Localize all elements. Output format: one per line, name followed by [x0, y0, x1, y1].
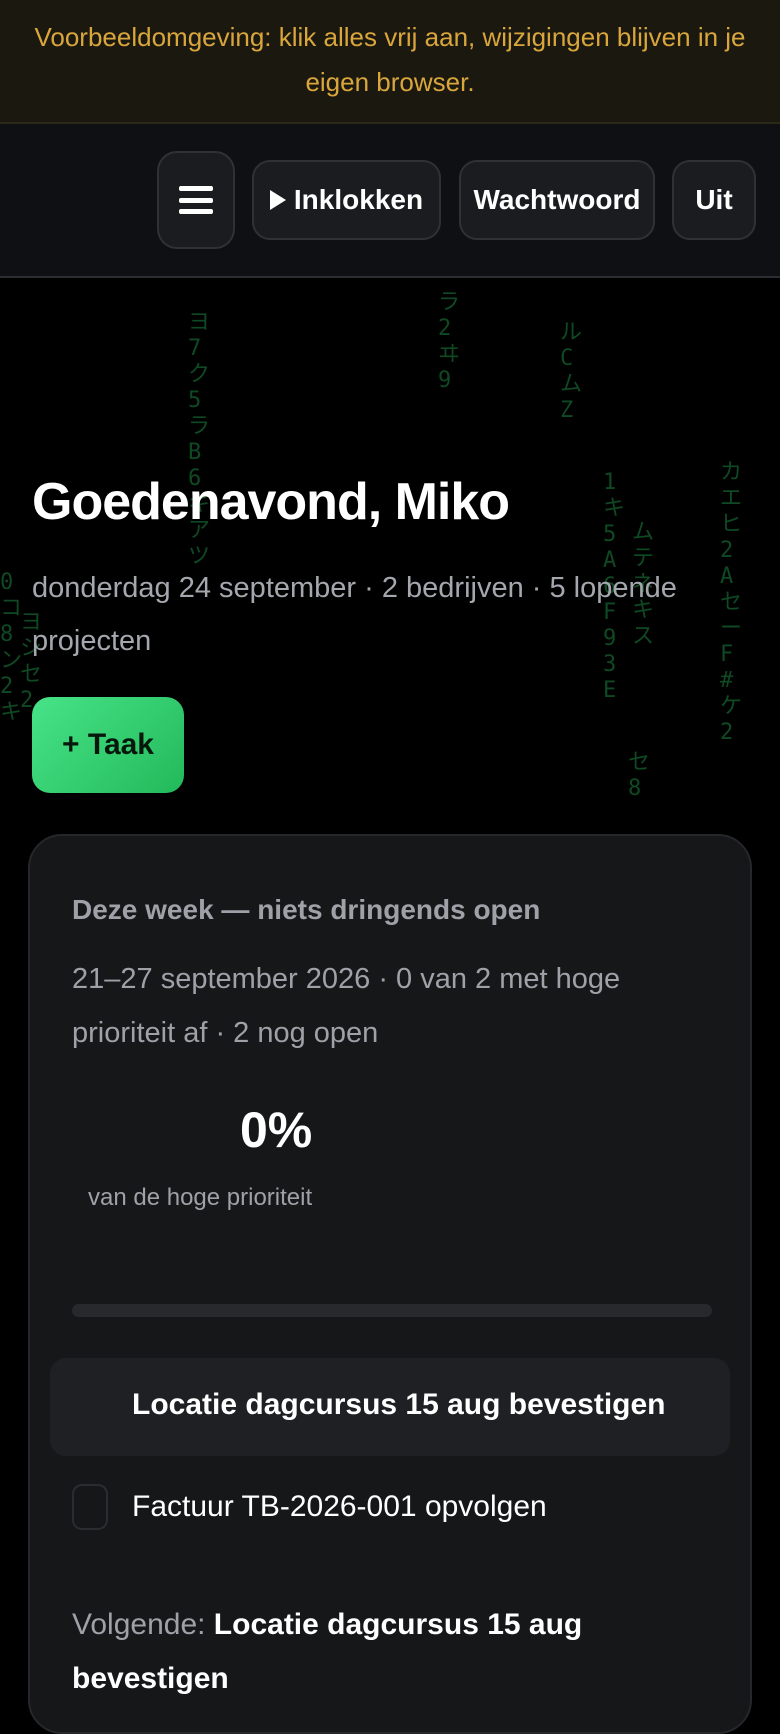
priority-percent: 0%	[240, 1102, 313, 1158]
week-meta: 21–27 september 2026 · 0 van 2 met hoge …	[72, 963, 621, 1049]
password-label: Wachtwoord	[473, 184, 641, 215]
task-checkbox[interactable]	[72, 1484, 108, 1530]
priority-percent-label: van de hoge prioriteit	[88, 1184, 313, 1211]
week-title: Deze week — niets dringends open	[72, 894, 541, 925]
top-toolbar: Inklokken Wachtwoord Uit	[0, 124, 780, 278]
task-label: Locatie dagcursus 15 aug bevestigen	[132, 1388, 666, 1421]
logout-button[interactable]: Uit	[672, 160, 756, 240]
clock-in-label: Inklokken	[293, 184, 424, 215]
priority-progress-bar	[72, 1304, 712, 1317]
week-summary-card: Deze week — niets dringends open 21–27 s…	[28, 834, 752, 1734]
task-label: Factuur TB-2026-001 opvolgen	[132, 1490, 547, 1523]
next-task-prefix: Volgende:	[72, 1608, 214, 1641]
greeting-subtitle: donderdag 24 september · 2 bedrijven · 5…	[32, 572, 677, 657]
menu-button[interactable]	[157, 151, 235, 249]
clock-in-button[interactable]: Inklokken	[252, 160, 441, 240]
add-task-button[interactable]: + Taak	[32, 697, 184, 793]
greeting-heading: Goedenavond, Miko	[32, 473, 510, 531]
next-task: Volgende: Locatie dagcursus 15 aug beves…	[72, 1598, 712, 1706]
logout-label: Uit	[695, 184, 733, 215]
task-item[interactable]: Locatie dagcursus 15 aug bevestigen	[50, 1358, 730, 1456]
demo-banner-text: Voorbeeldomgeving: klik alles vrij aan, …	[34, 22, 746, 97]
password-button[interactable]: Wachtwoord	[459, 160, 655, 240]
play-icon	[269, 190, 286, 210]
demo-banner: Voorbeeldomgeving: klik alles vrij aan, …	[0, 0, 780, 124]
hamburger-icon	[179, 186, 213, 214]
